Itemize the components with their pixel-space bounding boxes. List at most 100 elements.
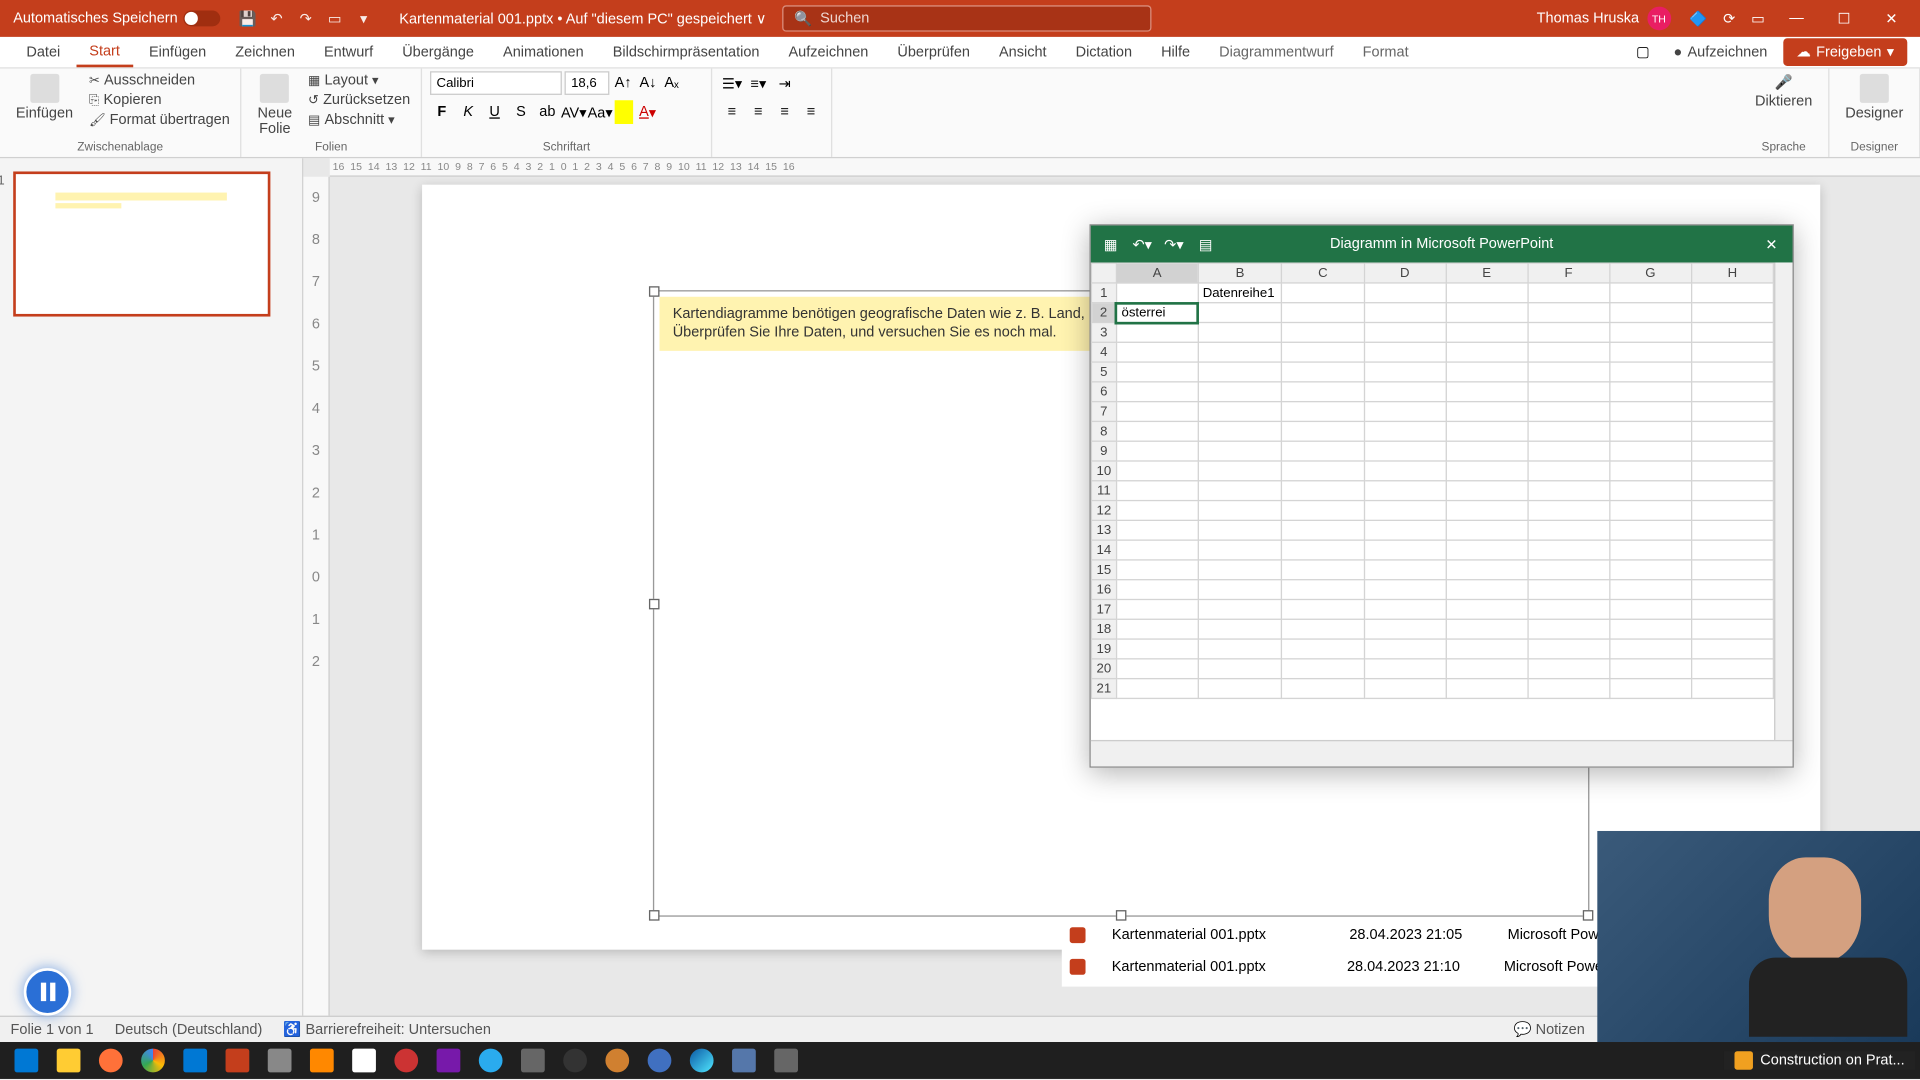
privacy-icon[interactable]: 🔷: [1681, 10, 1715, 27]
tab-einfuegen[interactable]: Einfügen: [136, 39, 220, 65]
sync-icon[interactable]: ⟳: [1715, 10, 1743, 27]
align-right-icon[interactable]: ≡: [773, 100, 797, 124]
onenote-button[interactable]: [427, 1042, 469, 1079]
slideshow-icon[interactable]: ▭: [325, 9, 343, 27]
decrease-font-icon[interactable]: A↓: [637, 75, 659, 91]
slide-count[interactable]: Folie 1 von 1: [11, 1022, 94, 1038]
search-box[interactable]: 🔍 Suchen: [782, 5, 1151, 31]
app-button[interactable]: [512, 1042, 554, 1079]
align-center-icon[interactable]: ≡: [747, 100, 771, 124]
row-header[interactable]: 1: [1091, 283, 1116, 303]
notes-button[interactable]: 💬 Notizen: [1514, 1021, 1585, 1038]
dictate-button[interactable]: 🎤Diktieren: [1747, 71, 1820, 112]
collapse-ribbon-icon[interactable]: ▢: [1628, 44, 1658, 61]
redo-icon[interactable]: ↷▾: [1162, 232, 1186, 256]
cell-a2-active[interactable]: österrei: [1116, 303, 1198, 323]
resize-handle[interactable]: [649, 286, 660, 297]
font-size-select[interactable]: 18,6: [564, 71, 609, 95]
strike-button[interactable]: S: [509, 100, 533, 124]
excel-icon[interactable]: ▦: [1099, 232, 1123, 256]
chrome-button[interactable]: [132, 1042, 174, 1079]
undo-icon[interactable]: ↶▾: [1130, 232, 1154, 256]
share-button[interactable]: ☁ Freigeben ▾: [1783, 38, 1907, 66]
copy-button[interactable]: ⎘ Kopieren: [86, 91, 232, 109]
app-button[interactable]: [554, 1042, 596, 1079]
undo-icon[interactable]: ↶: [267, 9, 285, 27]
window-icon[interactable]: ▭: [1743, 10, 1773, 27]
spacing-button[interactable]: AV▾: [562, 100, 586, 124]
vlc-button[interactable]: [301, 1042, 343, 1079]
maximize-icon[interactable]: ☐: [1820, 0, 1867, 37]
shadow-button[interactable]: ab: [535, 100, 559, 124]
tab-dictation[interactable]: Dictation: [1062, 39, 1145, 65]
document-name[interactable]: Kartenmaterial 001.pptx • Auf "diesem PC…: [383, 10, 782, 27]
app-button[interactable]: [765, 1042, 807, 1079]
toggle-switch-icon[interactable]: [183, 11, 220, 27]
tab-ueberpruefen[interactable]: Überprüfen: [884, 39, 983, 65]
redo-icon[interactable]: ↷: [296, 9, 314, 27]
col-header-a[interactable]: A: [1116, 263, 1198, 283]
edge-button[interactable]: [681, 1042, 723, 1079]
col-header-h[interactable]: H: [1691, 263, 1773, 283]
explorer-button[interactable]: [47, 1042, 89, 1079]
justify-icon[interactable]: ≡: [799, 100, 823, 124]
app-button[interactable]: [259, 1042, 301, 1079]
data-editor-header[interactable]: ▦ ↶▾ ↷▾ ▤ Diagramm in Microsoft PowerPoi…: [1091, 226, 1793, 263]
col-header-d[interactable]: D: [1364, 263, 1446, 283]
cell-b1[interactable]: Datenreihe1: [1198, 283, 1282, 303]
taskbar-notification[interactable]: Construction on Prat...: [1723, 1051, 1915, 1069]
resize-handle[interactable]: [649, 598, 660, 609]
obs-button[interactable]: [596, 1042, 638, 1079]
more-icon[interactable]: ▾: [354, 9, 372, 27]
data-grid[interactable]: ABCDEFGH 1Datenreihe1 2österrei 3 4 5 6 …: [1091, 262, 1774, 739]
increase-font-icon[interactable]: A↑: [612, 75, 634, 91]
tab-ansicht[interactable]: Ansicht: [986, 39, 1060, 65]
tab-start[interactable]: Start: [76, 38, 133, 67]
underline-button[interactable]: U: [483, 100, 507, 124]
accessibility-status[interactable]: ♿ Barrierefreiheit: Untersuchen: [283, 1021, 491, 1038]
resize-handle[interactable]: [1583, 910, 1594, 921]
data-editor-close-button[interactable]: ✕: [1756, 228, 1788, 260]
powerpoint-button[interactable]: [216, 1042, 258, 1079]
slide-thumbnail-1[interactable]: 1: [13, 171, 270, 316]
col-header-e[interactable]: E: [1446, 263, 1528, 283]
resize-handle[interactable]: [1116, 910, 1127, 921]
app-button[interactable]: [385, 1042, 427, 1079]
section-button[interactable]: ▤ Abschnitt ▾: [305, 111, 412, 129]
col-header-f[interactable]: F: [1528, 263, 1610, 283]
indent-icon[interactable]: ⇥: [773, 71, 797, 95]
col-header-b[interactable]: B: [1198, 263, 1282, 283]
clear-format-icon[interactable]: Aₓ: [662, 75, 682, 91]
tab-aufzeichnen[interactable]: Aufzeichnen: [775, 39, 881, 65]
tab-diagrammentwurf[interactable]: Diagrammentwurf: [1206, 39, 1347, 65]
vertical-scrollbar[interactable]: [1774, 262, 1792, 739]
paste-button[interactable]: Einfügen: [8, 71, 81, 124]
tab-datei[interactable]: Datei: [13, 39, 73, 65]
align-left-icon[interactable]: ≡: [720, 100, 744, 124]
case-button[interactable]: Aa▾: [588, 100, 612, 124]
italic-button[interactable]: K: [456, 100, 480, 124]
grid-icon[interactable]: ▤: [1194, 232, 1218, 256]
user-account[interactable]: Thomas Hruska TH: [1526, 7, 1681, 31]
tab-animationen[interactable]: Animationen: [490, 39, 597, 65]
col-header-c[interactable]: C: [1282, 263, 1364, 283]
bold-button[interactable]: F: [430, 100, 454, 124]
tab-format[interactable]: Format: [1349, 39, 1421, 65]
save-icon[interactable]: 💾: [238, 9, 256, 27]
row-header[interactable]: 3: [1091, 322, 1116, 342]
language[interactable]: Deutsch (Deutschland): [115, 1022, 263, 1038]
app-button[interactable]: [638, 1042, 680, 1079]
outlook-button[interactable]: [174, 1042, 216, 1079]
font-color-button[interactable]: A▾: [636, 100, 660, 124]
designer-button[interactable]: Designer: [1837, 71, 1911, 124]
app-button[interactable]: [343, 1042, 385, 1079]
tab-uebergaenge[interactable]: Übergänge: [389, 39, 487, 65]
tab-zeichnen[interactable]: Zeichnen: [222, 39, 308, 65]
firefox-button[interactable]: [90, 1042, 132, 1079]
record-button[interactable]: ● Aufzeichnen: [1660, 40, 1780, 64]
font-name-select[interactable]: Calibri: [430, 71, 562, 95]
telegram-button[interactable]: [470, 1042, 512, 1079]
row-header[interactable]: 2: [1091, 303, 1116, 323]
tab-entwurf[interactable]: Entwurf: [311, 39, 387, 65]
tab-bildschirm[interactable]: Bildschirmpräsentation: [600, 39, 773, 65]
